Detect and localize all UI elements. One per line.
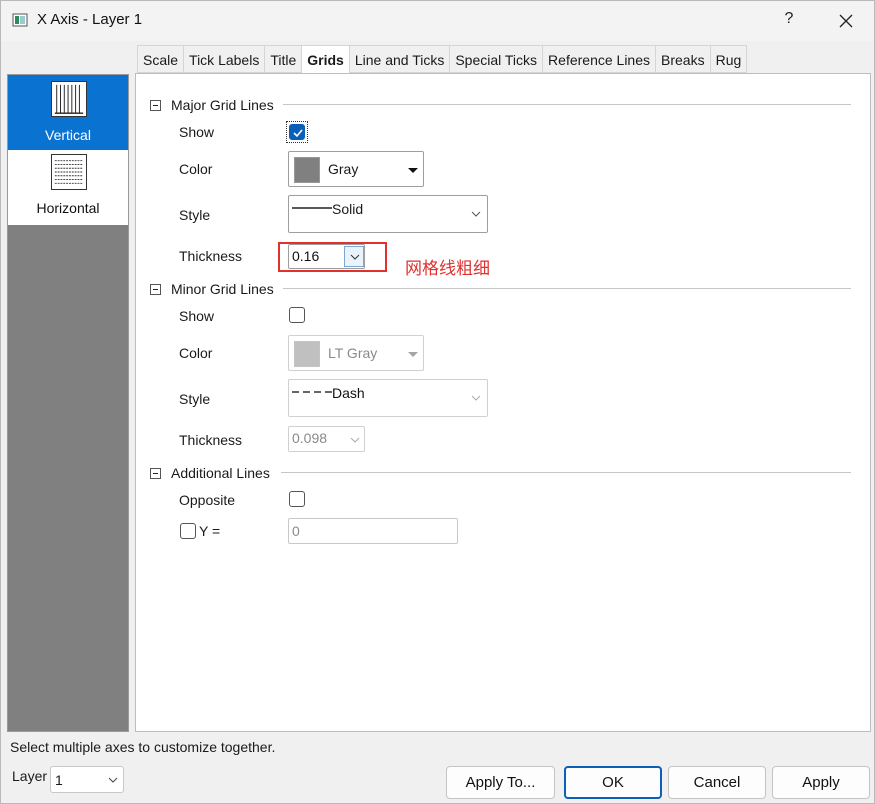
minor-color-select[interactable]: LT Gray [288,335,424,371]
ok-button[interactable]: OK [564,766,662,799]
major-color-value: Gray [328,161,359,177]
minor-color-label: Color [179,345,213,361]
thickness-dropdown-button[interactable] [344,246,364,267]
cancel-button[interactable]: Cancel [668,766,766,799]
major-color-select[interactable]: Gray [288,151,424,187]
section-title: Major Grid Lines [171,97,274,113]
major-color-label: Color [179,161,213,177]
section-divider [283,288,851,289]
tab-line-and-ticks[interactable]: Line and Ticks [348,45,450,73]
axis-dialog: X Axis - Layer 1 ? Scale Tick Labels Tit… [0,0,875,804]
layer-select[interactable]: 1 [50,766,124,793]
collapse-icon[interactable] [150,99,161,111]
grid-direction-list: Vertical Horizontal [7,74,129,732]
major-thickness-select[interactable]: 0.16 [288,244,365,269]
tab-special-ticks[interactable]: Special Ticks [449,45,543,73]
color-swatch [294,157,320,183]
dashed-line-icon [292,391,332,393]
window-app-icon [12,13,28,27]
close-icon [839,14,853,28]
major-style-value: Solid [332,201,364,217]
sidebar-item-label: Horizontal [36,200,100,216]
grids-panel: Major Grid Lines Show Color Gray Style S… [135,73,871,732]
tab-strip: Scale Tick Labels Title Grids Line and T… [137,45,748,74]
vertical-grid-icon [51,81,87,117]
tab-grids[interactable]: Grids [301,45,349,74]
additional-lines-section-header[interactable]: Additional Lines [150,463,270,483]
section-divider [281,472,851,473]
major-style-label: Style [179,207,211,223]
y-value-input[interactable]: 0 [288,518,458,544]
hint-text: Select multiple axes to customize togeth… [10,739,276,755]
chevron-down-icon [471,395,481,401]
y-equals-label: Y = [199,523,221,539]
minor-color-value: LT Gray [328,345,378,361]
minor-thickness-select[interactable]: 0.098 [288,426,365,452]
chevron-down-icon [350,437,360,443]
y-value-text: 0 [292,523,300,539]
minor-style-label: Style [179,391,211,407]
layer-label: Layer [12,768,48,784]
y-equals-checkbox[interactable] [180,523,196,539]
sidebar-item-vertical[interactable]: Vertical [8,75,128,150]
tab-scale[interactable]: Scale [137,45,184,73]
checkmark-icon [293,129,303,138]
major-show-label: Show [179,124,215,140]
opposite-checkbox[interactable] [289,491,305,507]
color-swatch [294,341,320,367]
minor-style-select[interactable]: Dash [288,379,488,417]
tab-title[interactable]: Title [264,45,302,73]
solid-line-icon [292,207,332,209]
major-thickness-label: Thickness [179,248,243,264]
annotation-text: 网格线粗细 [405,259,490,278]
major-grid-section-header[interactable]: Major Grid Lines [150,95,274,115]
minor-thickness-label: Thickness [179,432,243,448]
dropdown-arrow-icon [408,168,418,173]
major-style-select[interactable]: Solid [288,195,488,233]
major-show-checkbox[interactable] [289,124,305,140]
major-thickness-value: 0.16 [292,248,320,264]
minor-show-label: Show [179,308,215,324]
minor-show-checkbox[interactable] [289,307,305,323]
collapse-icon[interactable] [150,467,161,479]
help-button[interactable]: ? [779,10,799,32]
sidebar-item-label: Vertical [45,127,91,143]
minor-thickness-value: 0.098 [292,430,328,446]
section-title: Minor Grid Lines [171,281,274,297]
apply-to-button[interactable]: Apply To... [446,766,555,799]
tab-tick-labels[interactable]: Tick Labels [183,45,265,73]
minor-style-value: Dash [332,385,365,401]
layer-value: 1 [55,772,63,788]
sidebar-item-horizontal[interactable]: Horizontal [8,150,128,225]
collapse-icon[interactable] [150,283,161,295]
section-divider [283,104,851,105]
window-title: X Axis - Layer 1 [37,11,143,28]
horizontal-grid-icon [51,154,87,190]
title-bar: X Axis - Layer 1 ? [1,1,874,41]
section-title: Additional Lines [171,465,270,481]
opposite-label: Opposite [179,492,236,508]
chevron-down-icon [108,777,118,783]
tab-breaks[interactable]: Breaks [655,45,710,73]
tab-reference-lines[interactable]: Reference Lines [542,45,655,73]
apply-button[interactable]: Apply [772,766,870,799]
dropdown-arrow-icon [408,352,418,357]
chevron-down-icon [471,211,481,217]
close-button[interactable] [831,7,861,35]
minor-grid-section-header[interactable]: Minor Grid Lines [150,279,274,299]
chevron-down-icon [350,254,360,260]
tab-rug[interactable]: Rug [709,45,748,73]
